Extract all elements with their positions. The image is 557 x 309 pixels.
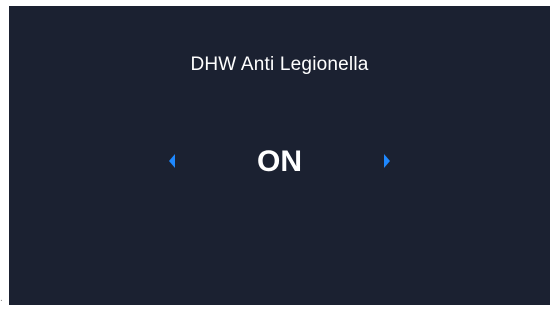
setting-value: ON (257, 145, 302, 178)
display-screen: DHW Anti Legionella ON (9, 6, 550, 305)
setting-title: DHW Anti Legionella (190, 54, 369, 75)
corner-mark: . (0, 293, 3, 304)
value-selector: ON (9, 141, 550, 185)
caret-right-icon[interactable] (378, 150, 396, 172)
frame: . DHW Anti Legionella ON (0, 0, 557, 309)
